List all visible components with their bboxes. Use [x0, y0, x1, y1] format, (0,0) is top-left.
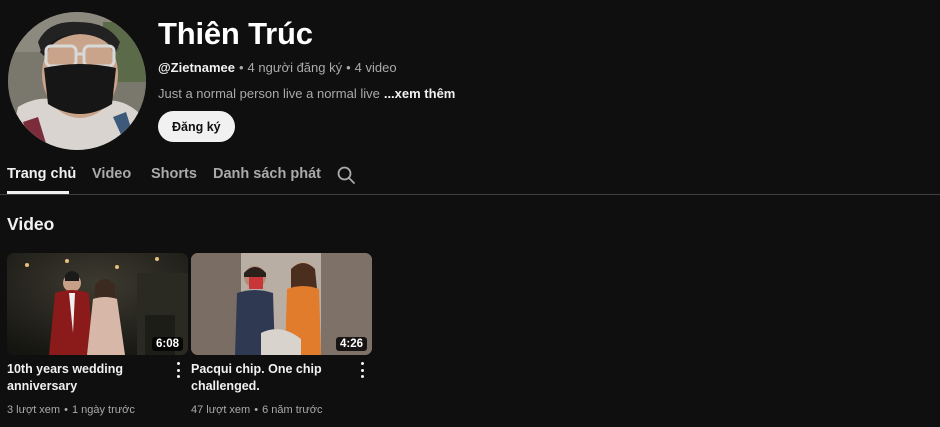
upload-age: 1 ngày trước [71, 404, 135, 416]
channel-description[interactable]: Just a normal person live a normal live.… [158, 86, 455, 101]
video-thumbnail[interactable]: 6:08 [7, 253, 188, 355]
video-duration: 4:26 [335, 337, 367, 351]
stats-separator: • [254, 404, 259, 416]
tab-playlists[interactable]: Danh sách phát [213, 166, 321, 182]
subscriber-count: 4 người đăng ký [247, 60, 343, 75]
video-stats: 3 lượt xem • 1 ngày trước [7, 404, 135, 416]
channel-page: Thiên Trúc @Zietnamee • 4 người đăng ký • 4 … [0, 0, 940, 427]
section-title: Video [7, 214, 55, 234]
show-more-link[interactable]: ...xem thêm [384, 86, 456, 101]
video-duration: 6:08 [151, 337, 183, 351]
meta-separator: • [238, 60, 244, 75]
description-text: Just a normal person live a normal live [158, 86, 380, 101]
video-stats: 47 lượt xem • 6 năm trước [191, 404, 323, 416]
tab-home[interactable]: Trang chủ [7, 166, 76, 182]
channel-tabs: Trang chủ Video Shorts Danh sách phát [0, 160, 940, 195]
stats-separator: • [64, 404, 68, 416]
tab-shorts[interactable]: Shorts [151, 166, 197, 182]
upload-age: 6 năm trước [262, 404, 323, 416]
video-title[interactable]: 10th years wedding anniversary [7, 361, 167, 395]
more-vert-icon[interactable] [358, 362, 366, 378]
video-thumbnail[interactable]: 4:26 [191, 253, 372, 355]
search-icon[interactable] [336, 165, 356, 185]
video-card[interactable]: 4:26 Pacqui chip. One chip challenged. 4… [191, 253, 372, 416]
video-title[interactable]: Pacqui chip. One chip challenged. [191, 361, 351, 395]
video-card[interactable]: 6:08 10th years wedding anniversary 3 lư… [7, 253, 188, 416]
video-count: 4 video [354, 60, 397, 75]
tab-videos[interactable]: Video [92, 166, 131, 182]
view-count: 3 lượt xem [7, 404, 61, 416]
channel-avatar[interactable] [8, 12, 146, 150]
view-count: 47 lượt xem [191, 404, 251, 416]
subscribe-button[interactable]: Đăng ký [158, 111, 235, 142]
channel-handle: @Zietnamee [158, 60, 235, 75]
more-vert-icon[interactable] [174, 362, 182, 378]
active-tab-indicator [7, 191, 69, 194]
channel-meta: @Zietnamee • 4 người đăng ký • 4 video [158, 60, 397, 75]
meta-separator: • [346, 60, 351, 75]
channel-name: Thiên Trúc [158, 16, 313, 51]
